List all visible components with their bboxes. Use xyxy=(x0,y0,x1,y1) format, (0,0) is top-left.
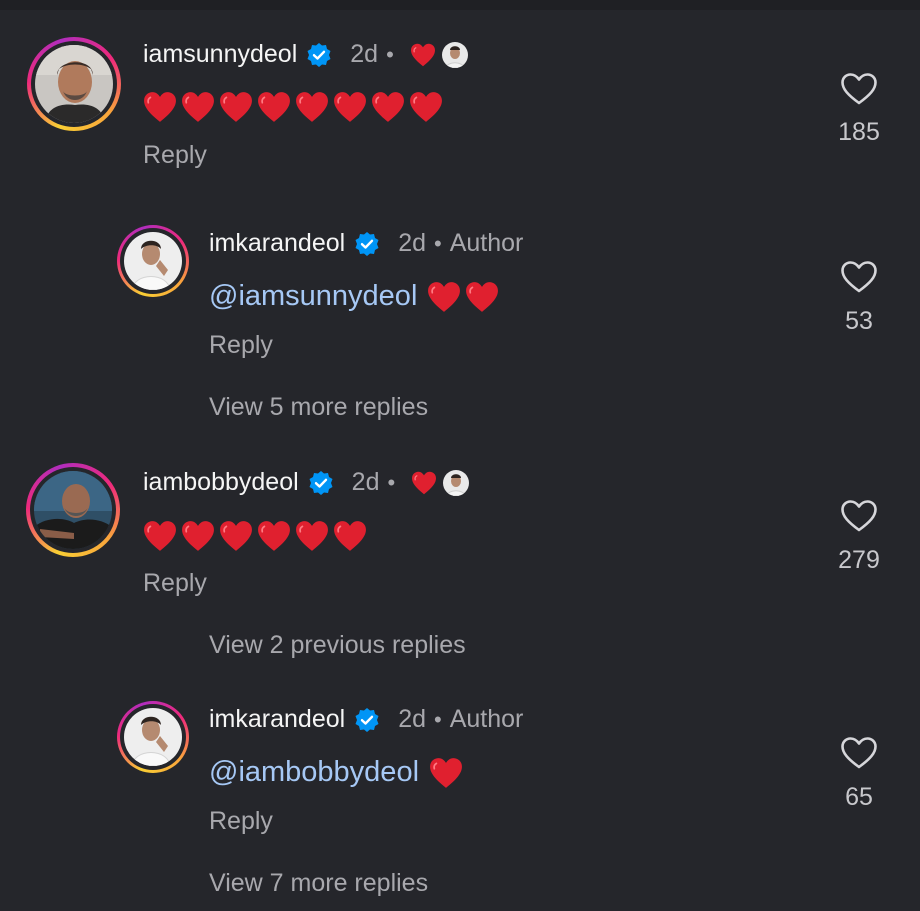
separator-dot: • xyxy=(434,706,442,732)
comment-timestamp: 2d xyxy=(398,705,426,733)
mention-link[interactable]: @iambobbydeol xyxy=(209,756,419,789)
reply-button[interactable]: Reply xyxy=(143,569,207,598)
red-heart-icon xyxy=(219,520,253,552)
red-heart-icon xyxy=(410,43,436,67)
heart-outline-icon[interactable] xyxy=(840,736,878,770)
comment-text xyxy=(143,520,367,552)
comment-username[interactable]: imkarandeol xyxy=(209,229,345,258)
verified-badge-icon xyxy=(308,470,334,496)
avatar[interactable] xyxy=(34,471,112,549)
red-heart-icon xyxy=(143,91,177,123)
red-heart-icon xyxy=(257,520,291,552)
red-heart-icon xyxy=(181,91,215,123)
comment-text: @iamsunnydeol xyxy=(209,280,499,313)
like-count: 53 xyxy=(845,307,873,335)
view-previous-replies-button[interactable]: View 2 previous replies xyxy=(209,631,466,660)
verified-badge-icon xyxy=(306,42,332,68)
comment-timestamp: 2d xyxy=(350,40,379,68)
comment-item: iamsunnydeol 2d • Reply 185 xyxy=(0,0,920,200)
avatar[interactable] xyxy=(124,232,182,290)
comment-timestamp: 2d xyxy=(351,468,380,496)
red-heart-icon xyxy=(143,520,177,552)
red-heart-icon xyxy=(333,520,367,552)
comment-text xyxy=(143,91,443,123)
separator-dot: • xyxy=(387,469,396,495)
red-heart-icon xyxy=(429,757,463,789)
heart-outline-icon[interactable] xyxy=(840,499,878,533)
verified-badge-icon xyxy=(354,231,380,257)
heart-outline-icon[interactable] xyxy=(840,72,878,106)
avatar[interactable] xyxy=(35,45,113,123)
author-label: Author xyxy=(449,705,524,733)
view-more-replies-button[interactable]: View 7 more replies xyxy=(209,869,428,898)
reply-item: imkarandeol 2d • Author @iamsunnydeol Re… xyxy=(0,210,920,440)
comment-item: iambobbydeol 2d • Reply View 2 previous … xyxy=(0,440,920,670)
red-heart-icon xyxy=(427,281,461,313)
red-heart-icon xyxy=(371,91,405,123)
red-heart-icon xyxy=(465,281,499,313)
view-more-replies-button[interactable]: View 5 more replies xyxy=(209,393,428,422)
separator-dot: • xyxy=(386,41,394,67)
like-count: 65 xyxy=(845,783,873,811)
author-liked-avatar xyxy=(443,469,470,496)
mention-link[interactable]: @iamsunnydeol xyxy=(209,280,417,313)
comment-timestamp: 2d xyxy=(398,229,426,257)
red-heart-icon xyxy=(411,471,437,495)
reply-button[interactable]: Reply xyxy=(209,807,273,836)
like-count: 185 xyxy=(838,118,880,146)
red-heart-icon xyxy=(181,520,215,552)
red-heart-icon xyxy=(295,520,329,552)
avatar[interactable] xyxy=(124,708,182,766)
red-heart-icon xyxy=(409,91,443,123)
comment-username[interactable]: iambobbydeol xyxy=(143,468,299,497)
comment-username[interactable]: imkarandeol xyxy=(209,705,345,734)
red-heart-icon xyxy=(219,91,253,123)
reply-button[interactable]: Reply xyxy=(209,331,273,360)
verified-badge-icon xyxy=(354,707,380,733)
heart-outline-icon[interactable] xyxy=(840,260,878,294)
comment-text: @iambobbydeol xyxy=(209,756,463,789)
red-heart-icon xyxy=(333,91,367,123)
red-heart-icon xyxy=(257,91,291,123)
author-label: Author xyxy=(449,229,524,257)
separator-dot: • xyxy=(434,230,442,256)
like-count: 279 xyxy=(838,546,880,574)
red-heart-icon xyxy=(295,91,329,123)
reply-button[interactable]: Reply xyxy=(143,141,207,170)
reply-item: imkarandeol 2d • Author @iambobbydeol Re… xyxy=(0,690,920,911)
author-liked-avatar xyxy=(441,41,468,68)
comment-username[interactable]: iamsunnydeol xyxy=(143,40,297,69)
